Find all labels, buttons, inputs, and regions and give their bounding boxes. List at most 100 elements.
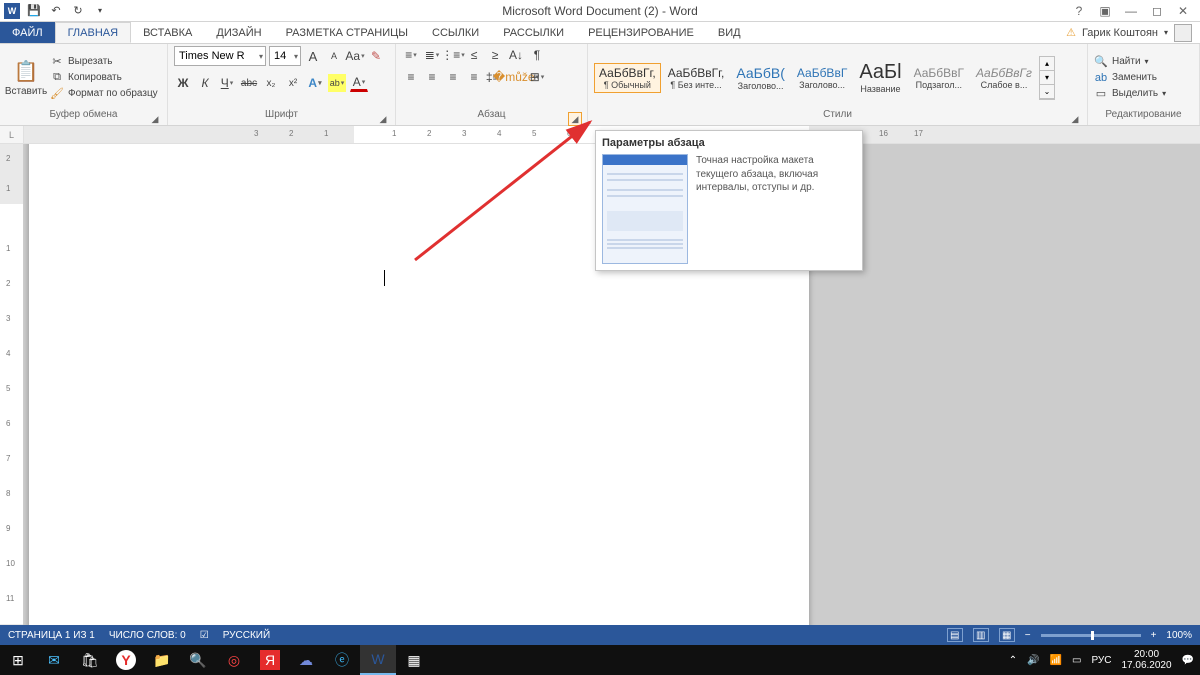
zoom-slider[interactable] xyxy=(1041,634,1141,637)
minimize-icon[interactable]: — xyxy=(1122,2,1140,20)
tab-mailings[interactable]: РАССЫЛКИ xyxy=(491,22,576,43)
tab-review[interactable]: РЕЦЕНЗИРОВАНИЕ xyxy=(576,22,706,43)
tray-notifications-icon[interactable]: 💬 xyxy=(1182,655,1194,666)
tray-wifi-icon[interactable]: 📶 xyxy=(1050,655,1062,666)
qat-dropdown-icon[interactable]: ▾ xyxy=(92,3,108,19)
status-words[interactable]: ЧИСЛО СЛОВ: 0 xyxy=(109,630,186,641)
tray-volume-icon[interactable]: 🔊 xyxy=(1027,655,1039,666)
tray-lang[interactable]: РУС xyxy=(1091,655,1111,666)
styles-launcher-icon[interactable]: ◢ xyxy=(1069,113,1081,125)
grow-font-button[interactable]: A xyxy=(304,47,322,65)
style-heading1[interactable]: АаБбВ(Заголово... xyxy=(731,62,790,94)
save-icon[interactable]: 💾 xyxy=(26,3,42,19)
paste-button[interactable]: 📋 Вставить xyxy=(6,46,46,109)
tb-ie-icon[interactable]: ⓔ xyxy=(324,645,360,675)
font-size-combo[interactable]: 14 xyxy=(269,46,301,66)
status-language[interactable]: РУССКИЙ xyxy=(223,630,270,641)
shading-button[interactable]: �může xyxy=(507,68,525,86)
zoom-in-icon[interactable]: + xyxy=(1151,630,1157,641)
bold-button[interactable]: Ж xyxy=(174,74,192,92)
tray-clock[interactable]: 20:00 17.06.2020 xyxy=(1121,649,1171,671)
styles-up-icon[interactable]: ▴ xyxy=(1040,57,1054,71)
font-name-combo[interactable]: Times New R xyxy=(174,46,266,66)
copy-button[interactable]: ⧉Копировать xyxy=(50,71,158,85)
borders-button[interactable]: ⊞ xyxy=(528,68,546,86)
zoom-out-icon[interactable]: − xyxy=(1025,630,1031,641)
italic-button[interactable]: К xyxy=(196,74,214,92)
maximize-icon[interactable]: ◻ xyxy=(1148,2,1166,20)
tb-explorer-icon[interactable]: 📁 xyxy=(144,645,180,675)
underline-button[interactable]: Ч xyxy=(218,74,236,92)
style-subtitle[interactable]: АаБбВвГПодзагол... xyxy=(909,63,969,93)
tb-app1-icon[interactable]: ◎ xyxy=(216,645,252,675)
style-title[interactable]: АаБlНазвание xyxy=(854,58,906,97)
status-page[interactable]: СТРАНИЦА 1 ИЗ 1 xyxy=(8,630,95,641)
replace-button[interactable]: abЗаменить xyxy=(1094,71,1193,85)
strike-button[interactable]: abє xyxy=(240,74,258,92)
tb-yandex-icon[interactable]: Y xyxy=(116,650,136,670)
font-launcher-icon[interactable]: ◢ xyxy=(377,113,389,125)
view-print-icon[interactable]: ▥ xyxy=(973,628,989,642)
font-color-button[interactable]: A xyxy=(350,74,368,92)
tray-battery-icon[interactable]: ▭ xyxy=(1072,655,1081,666)
superscript-button[interactable]: x² xyxy=(284,74,302,92)
view-read-icon[interactable]: ▤ xyxy=(947,628,963,642)
show-marks-button[interactable]: ¶ xyxy=(528,46,546,64)
tray-expand-icon[interactable]: ⌃ xyxy=(1009,655,1017,666)
zoom-level[interactable]: 100% xyxy=(1166,630,1192,641)
clear-format-button[interactable]: ✎ xyxy=(367,47,385,65)
select-button[interactable]: ▭Выделить▾ xyxy=(1094,87,1193,101)
undo-icon[interactable]: ↶ xyxy=(48,3,64,19)
tb-app2-icon[interactable]: Я xyxy=(260,650,280,670)
text-effects-button[interactable]: A xyxy=(306,74,324,92)
multilevel-button[interactable]: ⋮≡ xyxy=(444,46,462,64)
ruler-vertical[interactable]: 2 1 1 2 3 4 5 6 7 8 9 10 11 xyxy=(0,144,24,637)
styles-down-icon[interactable]: ▾ xyxy=(1040,71,1054,85)
tb-word-icon[interactable]: W xyxy=(360,645,396,675)
shrink-font-button[interactable]: A xyxy=(325,47,343,65)
align-center-button[interactable]: ≡ xyxy=(423,68,441,86)
styles-gallery[interactable]: АаБбВвГг,¶ Обычный АаБбВвГг,¶ Без инте..… xyxy=(594,46,1081,109)
view-web-icon[interactable]: ▦ xyxy=(999,628,1015,642)
find-button[interactable]: 🔍Найти▾ xyxy=(1094,55,1193,69)
account-area[interactable]: ⚠ Гарик Коштоян ▾ xyxy=(1066,22,1200,43)
increase-indent-button[interactable]: ≥ xyxy=(486,46,504,64)
tab-insert[interactable]: ВСТАВКА xyxy=(131,22,204,43)
change-case-button[interactable]: Aa xyxy=(346,47,364,65)
format-painter-button[interactable]: 🖌Формат по образцу xyxy=(50,87,158,101)
style-heading2[interactable]: АаБбВвГЗаголово... xyxy=(792,63,852,93)
tab-layout[interactable]: РАЗМЕТКА СТРАНИЦЫ xyxy=(274,22,420,43)
align-left-button[interactable]: ≡ xyxy=(402,68,420,86)
sort-button[interactable]: A↓ xyxy=(507,46,525,64)
bullets-button[interactable]: ≡ xyxy=(402,46,420,64)
ribbon-display-icon[interactable]: ▣ xyxy=(1096,2,1114,20)
styles-more-icon[interactable]: ⌄ xyxy=(1040,85,1054,99)
proofing-icon[interactable]: ☑ xyxy=(200,630,209,641)
subscript-button[interactable]: x₂ xyxy=(262,74,280,92)
decrease-indent-button[interactable]: ≤ xyxy=(465,46,483,64)
tab-design[interactable]: ДИЗАЙН xyxy=(204,22,273,43)
justify-button[interactable]: ≡ xyxy=(465,68,483,86)
style-subtle[interactable]: АаБбВвГгСлабое в... xyxy=(971,63,1037,93)
style-normal[interactable]: АаБбВвГг,¶ Обычный xyxy=(594,63,661,93)
highlight-button[interactable]: ab xyxy=(328,74,346,92)
tb-calc-icon[interactable]: ▦ xyxy=(396,645,432,675)
start-button[interactable]: ⊞ xyxy=(0,645,36,675)
tab-home[interactable]: ГЛАВНАЯ xyxy=(55,22,131,43)
cut-button[interactable]: ✂Вырезать xyxy=(50,55,158,69)
close-icon[interactable]: ✕ xyxy=(1174,2,1192,20)
help-icon[interactable]: ? xyxy=(1070,2,1088,20)
style-nospacing[interactable]: АаБбВвГг,¶ Без инте... xyxy=(663,63,730,93)
tb-store-icon[interactable]: 🛍 xyxy=(72,645,108,675)
clipboard-launcher-icon[interactable]: ◢ xyxy=(149,113,161,125)
tab-references[interactable]: ССЫЛКИ xyxy=(420,22,491,43)
avatar[interactable] xyxy=(1174,24,1192,42)
align-right-button[interactable]: ≡ xyxy=(444,68,462,86)
tb-mail-icon[interactable]: ✉ xyxy=(36,645,72,675)
redo-icon[interactable]: ↻ xyxy=(70,3,86,19)
tab-file[interactable]: ФАЙЛ xyxy=(0,22,55,43)
tb-discord-icon[interactable]: ☁ xyxy=(288,645,324,675)
paragraph-launcher-icon[interactable]: ◢ xyxy=(569,113,581,125)
tab-view[interactable]: ВИД xyxy=(706,22,753,43)
tb-search-icon[interactable]: 🔍 xyxy=(180,645,216,675)
